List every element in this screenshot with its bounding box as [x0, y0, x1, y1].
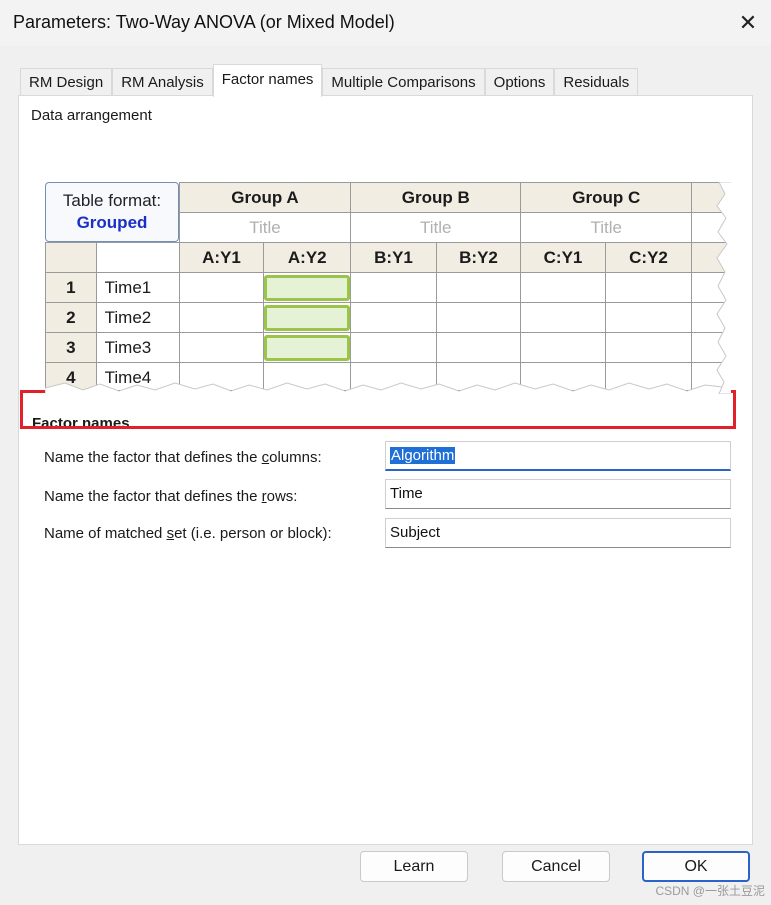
columns-factor-value: Algorithm: [390, 447, 456, 464]
group-c-title: Title: [520, 212, 693, 243]
tab-factor-names[interactable]: Factor names: [212, 64, 323, 97]
table-format-label: Table format:: [62, 191, 162, 210]
tab-multiple-comparisons[interactable]: Multiple Comparisons: [322, 68, 485, 97]
highlighted-cell: [264, 274, 351, 301]
learn-button[interactable]: Learn: [360, 851, 468, 882]
column-header: A:Y2: [263, 242, 352, 273]
title-bar: Parameters: Two-Way ANOVA (or Mixed Mode…: [0, 0, 771, 46]
torn-edge-right: [716, 182, 731, 394]
group-b-header: Group B: [350, 182, 522, 213]
table-format-value: Grouped: [76, 213, 148, 232]
group-a-header: Group A: [178, 182, 352, 213]
group-c-header: Group C: [520, 182, 693, 213]
row-label: Time2: [95, 302, 180, 333]
dialog-body: RM Design RM Analysis Factor names Multi…: [0, 46, 771, 905]
row-number: 1: [45, 272, 97, 303]
column-header: B:Y1: [350, 242, 437, 273]
row-number: 3: [45, 332, 97, 363]
window-title: Parameters: Two-Way ANOVA (or Mixed Mode…: [13, 12, 395, 32]
rows-factor-input[interactable]: Time: [385, 479, 731, 509]
matched-set-input[interactable]: Subject: [385, 518, 731, 548]
tab-options[interactable]: Options: [484, 68, 555, 97]
watermark: CSDN @一张土豆泥: [655, 884, 765, 898]
data-arrangement-sheet: Table format: Grouped Group A Group B Gr…: [45, 182, 731, 394]
group-a-title: Title: [178, 212, 352, 243]
tab-rm-design[interactable]: RM Design: [20, 68, 113, 97]
torn-edge-bottom: [45, 382, 731, 394]
group-b-title: Title: [350, 212, 522, 243]
tab-rm-analysis[interactable]: RM Analysis: [112, 68, 213, 97]
column-header: C:Y1: [520, 242, 606, 273]
tab-strip: RM Design RM Analysis Factor names Multi…: [20, 64, 639, 97]
column-header: A:Y1: [178, 242, 265, 273]
cancel-button[interactable]: Cancel: [502, 851, 610, 882]
close-icon[interactable]: ✕: [725, 0, 771, 46]
tab-panel: Data arrangement Table format: Grouped G…: [18, 95, 753, 845]
highlighted-cell: [264, 304, 351, 331]
table-format-box: Table format: Grouped: [45, 182, 179, 242]
data-arrangement-label: Data arrangement: [31, 107, 152, 124]
columns-factor-label: Name the factor that defines the columns…: [44, 449, 322, 466]
highlighted-cell: [264, 334, 351, 361]
matched-set-label: Name of matched set (i.e. person or bloc…: [44, 525, 332, 542]
row-number: 2: [45, 302, 97, 333]
rows-factor-label: Name the factor that defines the rows:: [44, 488, 298, 505]
row-label: Time1: [95, 272, 180, 303]
tab-residuals[interactable]: Residuals: [554, 68, 639, 97]
columns-factor-input[interactable]: Algorithm: [385, 441, 731, 471]
column-header: B:Y2: [435, 242, 522, 273]
ok-button[interactable]: OK: [642, 851, 750, 882]
row-label: Time3: [95, 332, 180, 363]
factor-names-heading: Factor names: [32, 415, 130, 432]
column-header: C:Y2: [604, 242, 693, 273]
